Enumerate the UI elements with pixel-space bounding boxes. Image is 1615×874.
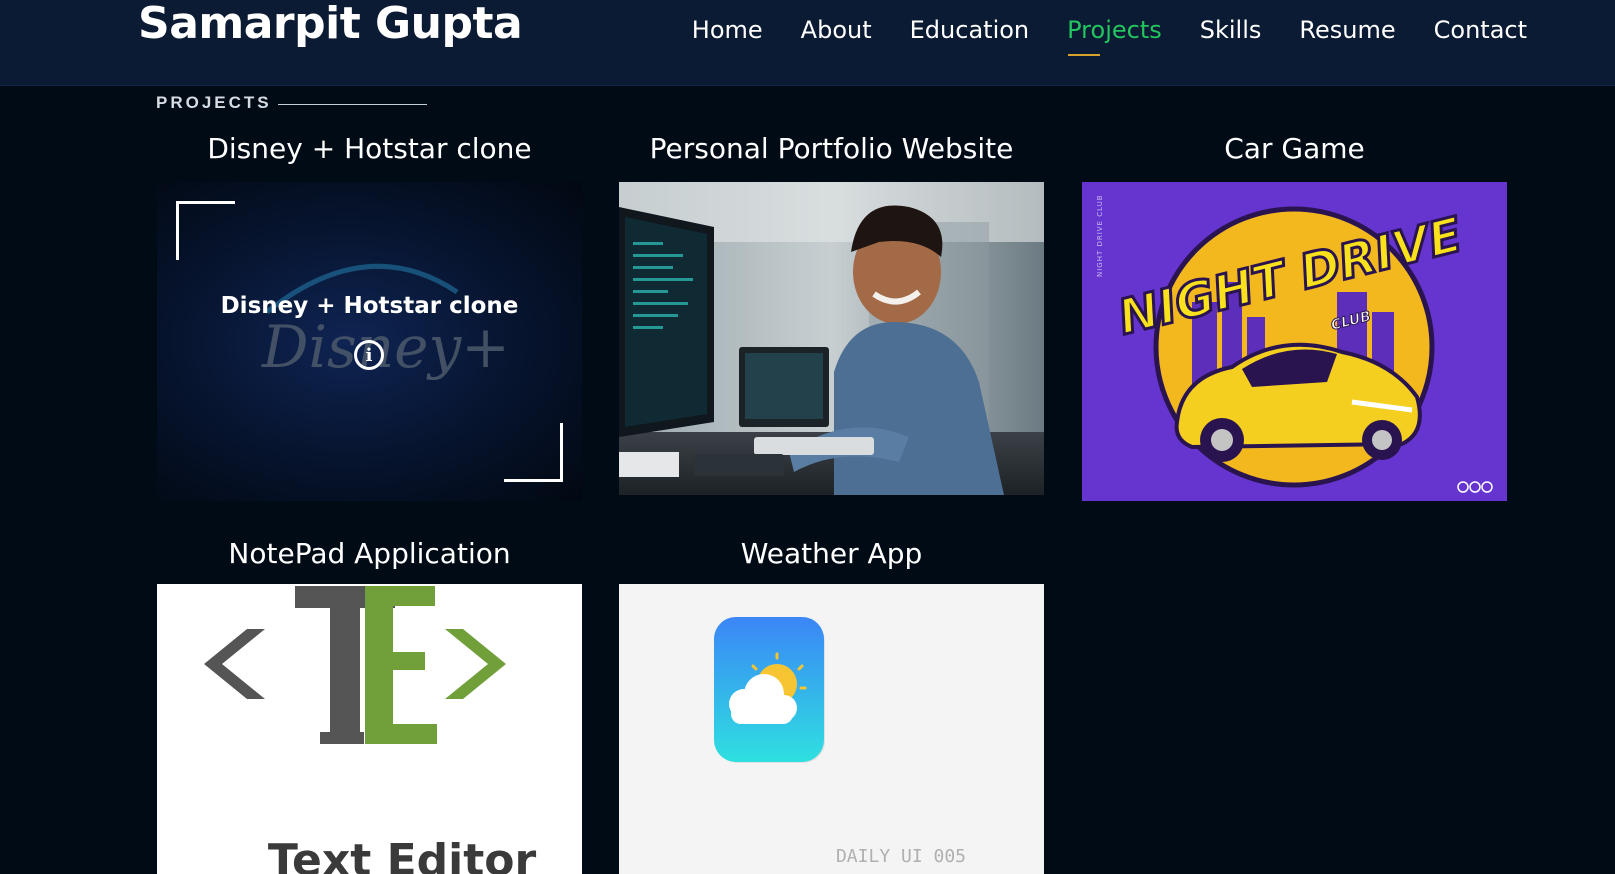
disney-background: Disney+ Disney + Hotstar clone i bbox=[157, 182, 582, 501]
nav-resume[interactable]: Resume bbox=[1299, 12, 1395, 48]
nav-contact[interactable]: Contact bbox=[1434, 12, 1527, 48]
project-title: NotePad Application bbox=[228, 537, 511, 570]
active-nav-underline bbox=[1068, 54, 1101, 56]
brand-logo[interactable]: Samarpit Gupta bbox=[138, 0, 523, 54]
text-editor-logo: Text Editor bbox=[157, 584, 582, 874]
project-image-car-game[interactable]: NIGHT DRIVE CLUB NIGHT DRIVE CLUB bbox=[1082, 182, 1507, 501]
project-image-portfolio[interactable] bbox=[619, 182, 1044, 495]
info-icon[interactable]: i bbox=[354, 340, 384, 370]
project-image-weather[interactable]: DAILY UI 005 bbox=[619, 584, 1044, 874]
nav-home[interactable]: Home bbox=[692, 12, 763, 48]
developer-photo bbox=[619, 182, 1044, 495]
project-card-car-game: Car Game NIGHT DRIVE CLUB NIGHT DRIVE CL… bbox=[1082, 130, 1507, 502]
frame-corner-top-left bbox=[176, 201, 235, 260]
nav-about[interactable]: About bbox=[801, 12, 872, 48]
nav-education[interactable]: Education bbox=[910, 12, 1029, 48]
project-title: Car Game bbox=[1224, 132, 1365, 165]
project-title: Disney + Hotstar clone bbox=[207, 132, 532, 165]
nav-skills[interactable]: Skills bbox=[1200, 12, 1262, 48]
project-image-notepad[interactable]: Text Editor bbox=[157, 584, 582, 874]
text-editor-caption: Text Editor bbox=[268, 835, 537, 874]
project-card-disney: Disney + Hotstar clone Disney+ Disney + … bbox=[157, 130, 582, 502]
nav-projects-label: Projects bbox=[1067, 16, 1162, 44]
weather-app-icon: DAILY UI 005 bbox=[619, 584, 1044, 874]
project-image-disney[interactable]: Disney+ Disney + Hotstar clone i bbox=[157, 182, 582, 501]
nav-projects[interactable]: Projects bbox=[1067, 12, 1162, 56]
main-nav: Home About Education Projects Skills Res… bbox=[654, 12, 1527, 56]
night-drive-side-text: NIGHT DRIVE CLUB bbox=[1096, 194, 1104, 277]
project-card-notepad: NotePad Application Text Editor bbox=[157, 533, 582, 874]
project-title: Weather App bbox=[740, 537, 923, 570]
night-drive-logo: NIGHT DRIVE CLUB NIGHT DRIVE CLUB bbox=[1082, 182, 1507, 501]
frame-corner-bottom-right bbox=[504, 423, 563, 482]
disney-logo-text: Disney+ bbox=[261, 313, 510, 381]
site-header: Samarpit Gupta Home About Education Proj… bbox=[0, 0, 1615, 86]
project-card-portfolio: Personal Portfolio Website bbox=[619, 130, 1044, 502]
section-divider bbox=[278, 104, 427, 105]
section-label: PROJECTS bbox=[156, 93, 272, 112]
daily-ui-caption: DAILY UI 005 bbox=[836, 846, 966, 867]
overlay-title: Disney + Hotstar clone bbox=[220, 293, 519, 319]
project-card-weather: Weather App DAILY UI 005 bbox=[619, 533, 1044, 874]
project-title: Personal Portfolio Website bbox=[649, 132, 1014, 165]
